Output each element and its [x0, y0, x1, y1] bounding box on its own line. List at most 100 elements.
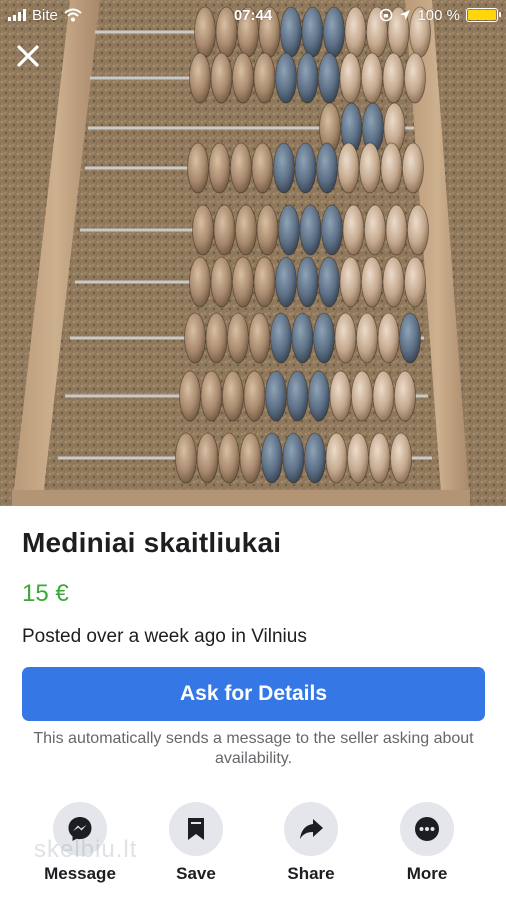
action-bar: Message Save Share More — [0, 802, 506, 892]
abacus-bead — [179, 370, 201, 422]
abacus-bead — [230, 142, 252, 194]
abacus-bead — [243, 370, 266, 422]
abacus-bead — [296, 52, 319, 104]
messenger-icon — [68, 817, 92, 841]
save-button[interactable]: Save — [141, 802, 251, 884]
abacus-bead — [334, 312, 357, 364]
location-icon — [399, 9, 411, 21]
abacus-bead — [385, 204, 408, 256]
abacus-bead — [251, 142, 274, 194]
abacus-bead — [200, 370, 223, 422]
abacus-bead — [372, 370, 395, 422]
abacus-bead — [318, 256, 340, 308]
abacus-bead — [318, 52, 340, 104]
signal-icon — [8, 9, 26, 21]
abacus-bead — [368, 432, 391, 484]
abacus-bead — [205, 312, 228, 364]
abacus-bead — [270, 312, 292, 364]
message-label: Message — [44, 864, 116, 883]
abacus-bead — [218, 432, 240, 484]
posted-info: Posted over a week ago in Vilnius — [22, 626, 307, 647]
abacus-bead — [175, 432, 197, 484]
abacus-bead — [210, 256, 233, 308]
share-label: Share — [287, 864, 335, 883]
abacus-bead — [399, 312, 421, 364]
abacus-bead — [339, 52, 362, 104]
abacus-bead — [282, 432, 305, 484]
battery-percent: 100 % — [417, 6, 460, 24]
abacus-bead — [275, 52, 297, 104]
abacus-bead — [337, 142, 360, 194]
abacus-bead — [239, 432, 262, 484]
abacus-bead — [325, 432, 348, 484]
abacus-bead — [273, 142, 295, 194]
abacus-bead — [308, 370, 330, 422]
lock-rotation-icon — [379, 8, 393, 22]
abacus-bead — [235, 204, 257, 256]
save-label: Save — [176, 864, 216, 883]
abacus-bead — [299, 204, 322, 256]
abacus-bead — [184, 312, 206, 364]
abacus-bead — [361, 256, 383, 308]
abacus-bead — [189, 52, 211, 104]
abacus-bead — [329, 370, 352, 422]
message-button[interactable]: Message — [25, 802, 135, 884]
abacus-bead — [248, 312, 271, 364]
abacus-bead — [294, 142, 317, 194]
abacus-image — [0, 0, 506, 506]
more-icon — [415, 817, 439, 841]
share-button[interactable]: Share — [256, 802, 366, 884]
abacus-bead — [213, 204, 236, 256]
bookmark-icon — [188, 818, 204, 840]
abacus-bead — [361, 52, 383, 104]
close-button[interactable] — [14, 42, 42, 70]
abacus-bead — [347, 432, 369, 484]
more-label: More — [406, 864, 448, 883]
auto-message-notice: This automatically sends a message to th… — [33, 730, 474, 767]
abacus-bead — [380, 142, 403, 194]
abacus-bead — [313, 312, 335, 364]
abacus-bead — [382, 256, 405, 308]
abacus-bead — [253, 256, 276, 308]
abacus-bead — [291, 312, 314, 364]
abacus-bead — [402, 142, 424, 194]
abacus-bead — [304, 432, 326, 484]
abacus-bead — [208, 142, 231, 194]
abacus-bead — [189, 256, 211, 308]
abacus-bead — [296, 256, 319, 308]
abacus-bead — [321, 204, 343, 256]
abacus-bead — [261, 432, 283, 484]
abacus-bead — [377, 312, 400, 364]
listing-photo[interactable]: Bite 07:44 100 % — [0, 0, 506, 506]
abacus-bead — [342, 204, 365, 256]
abacus-bead — [275, 256, 297, 308]
abacus-bead — [256, 204, 279, 256]
abacus-bead — [222, 370, 244, 422]
battery-icon — [466, 8, 501, 22]
abacus-bead — [316, 142, 338, 194]
listing-price: 15 € — [22, 580, 69, 607]
abacus-bead — [265, 370, 287, 422]
ask-for-details-button[interactable]: Ask for Details — [22, 667, 485, 721]
abacus-bead — [407, 204, 429, 256]
abacus-bead — [227, 312, 249, 364]
abacus-bead — [390, 432, 412, 484]
abacus-bead — [356, 312, 378, 364]
abacus-bead — [286, 370, 309, 422]
abacus-bead — [192, 204, 214, 256]
abacus-bead — [359, 142, 381, 194]
carrier-name: Bite — [32, 6, 58, 24]
abacus-bead — [404, 256, 426, 308]
status-bar: Bite 07:44 100 % — [0, 0, 506, 30]
abacus-bead — [187, 142, 209, 194]
abacus-bead — [253, 52, 276, 104]
more-button[interactable]: More — [372, 802, 482, 884]
close-icon — [17, 45, 39, 67]
abacus-bead — [196, 432, 219, 484]
abacus-bead — [351, 370, 373, 422]
abacus-bead — [364, 204, 386, 256]
abacus-bead — [394, 370, 416, 422]
abacus-bead — [382, 52, 405, 104]
listing-title: Mediniai skaitliukai — [22, 527, 282, 558]
wifi-icon — [64, 8, 82, 22]
